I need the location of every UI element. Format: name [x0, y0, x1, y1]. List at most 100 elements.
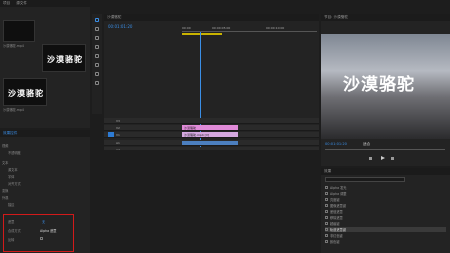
effect-icon — [325, 204, 328, 207]
timeline-ruler[interactable]: 00:00 00:00:05:00 00:00:10:00 — [182, 26, 317, 32]
timeline-work-area — [182, 33, 222, 35]
effect-item[interactable]: 超级键 — [325, 221, 446, 226]
play-button-icon[interactable] — [381, 156, 385, 160]
project-item-label-2: 沙漠骆驼.mp4 — [3, 108, 24, 112]
fx-invert-label: 反转 — [8, 238, 15, 242]
source-patch-v1[interactable] — [108, 132, 114, 137]
program-title[interactable]: 节目: 沙漠骆驼 — [324, 15, 348, 20]
fx-invert-checkbox[interactable] — [40, 237, 43, 240]
effect-icon — [325, 186, 328, 189]
track-v1-label: V1 — [116, 133, 120, 137]
tab-effects[interactable]: 效果 — [324, 169, 331, 174]
hand-icon[interactable] — [95, 72, 99, 76]
track-a2-label: A2 — [116, 148, 120, 150]
type-tool-icon[interactable] — [95, 81, 99, 85]
effect-item[interactable]: Alpha 发光 — [325, 185, 446, 190]
clip-title[interactable]: 沙漠骆驼 — [182, 125, 238, 130]
tools-panel — [92, 14, 102, 114]
clip-video-label: 沙漠骆驼.mp4 [V] — [184, 132, 210, 137]
timeline-timecode[interactable]: 00:01:01:20 — [108, 24, 132, 29]
effect-icon — [325, 192, 328, 195]
clip-title-label: 沙漠骆驼 — [184, 125, 197, 130]
fx-row-font[interactable]: 字体 — [8, 174, 88, 179]
program-scrubber[interactable] — [325, 149, 445, 150]
fx-mask-value[interactable]: 无 — [42, 219, 62, 224]
effect-label: 轨道遮罩键 — [330, 228, 346, 232]
effect-label: 移除遮罩 — [330, 216, 343, 220]
fx-row-video[interactable]: 视频 — [2, 143, 88, 148]
track-a1-label: A1 — [116, 141, 120, 145]
effect-label: 亮度键 — [330, 198, 340, 202]
clip-audio[interactable] — [182, 141, 238, 145]
pen-icon[interactable] — [95, 63, 99, 67]
effect-item-selected[interactable]: 轨道遮罩键 — [325, 227, 446, 232]
timeline-header: 沙漠骆驼 — [104, 14, 319, 21]
fx-mask-label: 遮罩 — [8, 220, 15, 224]
track-v3-label: V3 — [116, 119, 120, 123]
slip-icon[interactable] — [95, 54, 99, 58]
ruler-mark-2: 00:00:10:00 — [266, 26, 285, 30]
project-thumb-title-3: 沙漠骆驼 — [8, 89, 44, 98]
project-thumb-3[interactable]: 沙漠骆驼 — [3, 78, 47, 106]
fx-row-stroke[interactable]: 描边 — [8, 202, 88, 207]
effect-icon — [325, 216, 328, 219]
effect-label: 颜色键 — [330, 240, 340, 244]
program-header: 节目: 沙漠骆驼 — [321, 14, 450, 21]
program-video-frame[interactable]: 沙漠骆驼 — [321, 34, 450, 139]
effect-controls-panel: 效果控件 视频 不透明度 文本 源文本 字体 对齐方式 变换 外观 描边 遮罩 … — [0, 130, 90, 253]
track-a2: A2 — [104, 147, 319, 150]
effect-icon — [325, 198, 328, 201]
effect-icon — [325, 228, 328, 231]
effect-controls-header: 效果控件 — [0, 130, 90, 137]
track-v2-label: V2 — [116, 126, 120, 130]
effect-label: 超级键 — [330, 222, 340, 226]
fx-row-appearance[interactable]: 外观 — [2, 195, 88, 200]
effect-item[interactable]: Alpha 调整 — [325, 191, 446, 196]
project-thumb-title-2: 沙漠骆驼 — [47, 55, 83, 64]
fx-row-transform[interactable]: 变换 — [2, 188, 88, 193]
effect-item[interactable]: 移除遮罩 — [325, 215, 446, 220]
project-thumb-2[interactable]: 沙漠骆驼 — [42, 44, 86, 72]
effect-icon — [325, 210, 328, 213]
effect-item[interactable]: 差值遮罩 — [325, 209, 446, 214]
selection-tool-icon[interactable] — [95, 18, 99, 22]
tab-source[interactable]: 源文件 — [16, 1, 27, 6]
fx-composite-value[interactable]: Alpha 遮罩 — [40, 228, 66, 233]
ruler-mark-0: 00:00 — [182, 26, 191, 30]
step-forward-icon[interactable] — [391, 157, 394, 160]
effect-icon — [325, 240, 328, 243]
project-panel: 项目 源文件 沙漠骆驼.mp4 沙漠骆驼 沙漠骆驼 沙漠骆驼.mp4 — [0, 0, 90, 128]
fx-row-opacity[interactable]: 不透明度 — [8, 150, 88, 155]
clip-video[interactable]: 沙漠骆驼.mp4 [V] — [182, 132, 238, 137]
timeline-panel: 沙漠骆驼 00:01:01:20 00:00 00:00:05:00 00:00… — [104, 14, 319, 150]
effects-search-input[interactable] — [325, 177, 405, 182]
track-v3: V3 — [104, 118, 319, 124]
tab-effect-controls[interactable]: 效果控件 — [3, 131, 17, 136]
fx-row-align[interactable]: 对齐方式 — [8, 181, 88, 186]
effect-icon — [325, 222, 328, 225]
track-select-icon[interactable] — [95, 27, 99, 31]
step-back-icon[interactable] — [369, 157, 372, 160]
ruler-mark-1: 00:00:05:00 — [212, 26, 231, 30]
effect-item[interactable]: 颜色键 — [325, 239, 446, 244]
effect-label: 差值遮罩 — [330, 210, 343, 214]
program-timecode[interactable]: 00:01:01:20 — [325, 142, 347, 146]
fx-row-text[interactable]: 文本 — [2, 160, 88, 165]
project-thumb-1[interactable] — [3, 20, 35, 42]
ripple-edit-icon[interactable] — [95, 36, 99, 40]
effect-icon — [325, 234, 328, 237]
effect-label: 图像遮罩键 — [330, 204, 346, 208]
program-monitor: 节目: 沙漠骆驼 沙漠骆驼 00:01:01:20 适合 — [321, 14, 450, 166]
tab-project[interactable]: 项目 — [3, 1, 10, 6]
program-zoom[interactable]: 适合 — [363, 142, 370, 147]
sequence-tab[interactable]: 沙漠骆驼 — [107, 15, 121, 20]
program-overlay-text: 沙漠骆驼 — [343, 75, 415, 95]
effect-item[interactable]: 亮度键 — [325, 197, 446, 202]
fx-row-source-text[interactable]: 源文本 — [8, 167, 88, 172]
effect-item[interactable]: 非红色键 — [325, 233, 446, 238]
effect-label: Alpha 调整 — [330, 192, 347, 196]
razor-icon[interactable] — [95, 45, 99, 49]
project-item-label-1: 沙漠骆驼.mp4 — [3, 44, 24, 48]
effect-item[interactable]: 图像遮罩键 — [325, 203, 446, 208]
effects-list-header: 效果 — [321, 168, 450, 175]
